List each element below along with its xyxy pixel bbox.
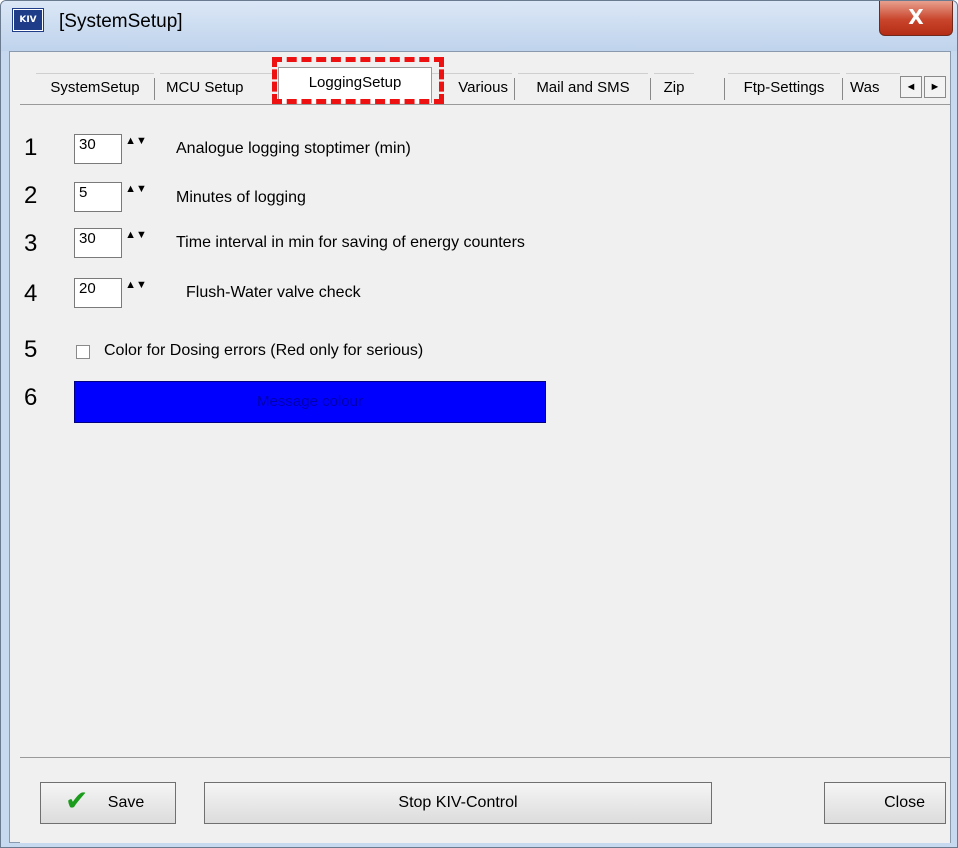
title-bar[interactable]: KIV [SystemSetup] X — [1, 1, 957, 51]
tab-various[interactable]: Various — [432, 73, 512, 103]
dosing-color-checkbox[interactable] — [76, 345, 90, 359]
save-label: Save — [107, 794, 145, 811]
stop-kiv-control-button[interactable]: Stop KIV-Control — [204, 782, 712, 824]
tab-separator — [724, 78, 725, 100]
row-number: 3 — [24, 230, 38, 257]
row-number: 4 — [24, 280, 38, 307]
minutes-label: Minutes of logging — [176, 189, 306, 206]
app-icon: KIV — [13, 9, 43, 31]
window-title: [SystemSetup] — [59, 11, 183, 32]
row-number: 2 — [24, 182, 38, 209]
dosing-color-label: Color for Dosing errors (Red only for se… — [104, 342, 424, 359]
tab-separator — [650, 78, 651, 100]
tab-loggingsetup[interactable]: LoggingSetup — [278, 67, 432, 103]
stoptimer-label: Analogue logging stoptimer (min) — [176, 140, 411, 157]
save-button[interactable]: ✔ Save — [40, 782, 176, 824]
checkmark-icon: ✔ — [65, 784, 89, 817]
logging-setup-panel — [20, 104, 950, 758]
minutes-input[interactable]: 5 — [74, 182, 122, 212]
row-number: 6 — [24, 384, 38, 411]
interval-label: Time interval in min for saving of energ… — [176, 234, 525, 251]
tab-mail-and-sms[interactable]: Mail and SMS — [518, 73, 648, 103]
flush-label: Flush-Water valve check — [186, 284, 361, 301]
flush-input[interactable]: 20 — [74, 278, 122, 308]
message-colour-button[interactable]: Message colour — [74, 381, 546, 423]
tab-mcu-setup[interactable]: MCU Setup — [160, 73, 276, 103]
interval-spin-button[interactable]: ▲▼ — [124, 230, 148, 256]
tab-separator — [842, 78, 843, 100]
stoptimer-spin-button[interactable]: ▲▼ — [124, 136, 148, 162]
flush-spin-button[interactable]: ▲▼ — [124, 280, 148, 306]
stoptimer-input[interactable]: 30 — [74, 134, 122, 164]
tab-zip[interactable]: Zip — [654, 73, 694, 103]
close-button[interactable]: Close — [824, 782, 946, 824]
tab-scroll-right-button[interactable]: ► — [924, 76, 946, 98]
row-number: 5 — [24, 336, 38, 363]
tab-scroll-left-button[interactable]: ◄ — [900, 76, 922, 98]
tab-ftp-settings[interactable]: Ftp-Settings — [728, 73, 840, 103]
window-close-button[interactable]: X — [879, 1, 953, 36]
tab-systemsetup[interactable]: SystemSetup — [36, 73, 154, 103]
row-number: 1 — [24, 134, 38, 161]
tab-was[interactable]: Was — [846, 73, 900, 103]
minutes-spin-button[interactable]: ▲▼ — [124, 184, 148, 210]
interval-input[interactable]: 30 — [74, 228, 122, 258]
tab-separator — [154, 78, 155, 100]
tab-scroll-arrows: ◄ ► — [900, 76, 948, 98]
tab-separator — [514, 78, 515, 100]
